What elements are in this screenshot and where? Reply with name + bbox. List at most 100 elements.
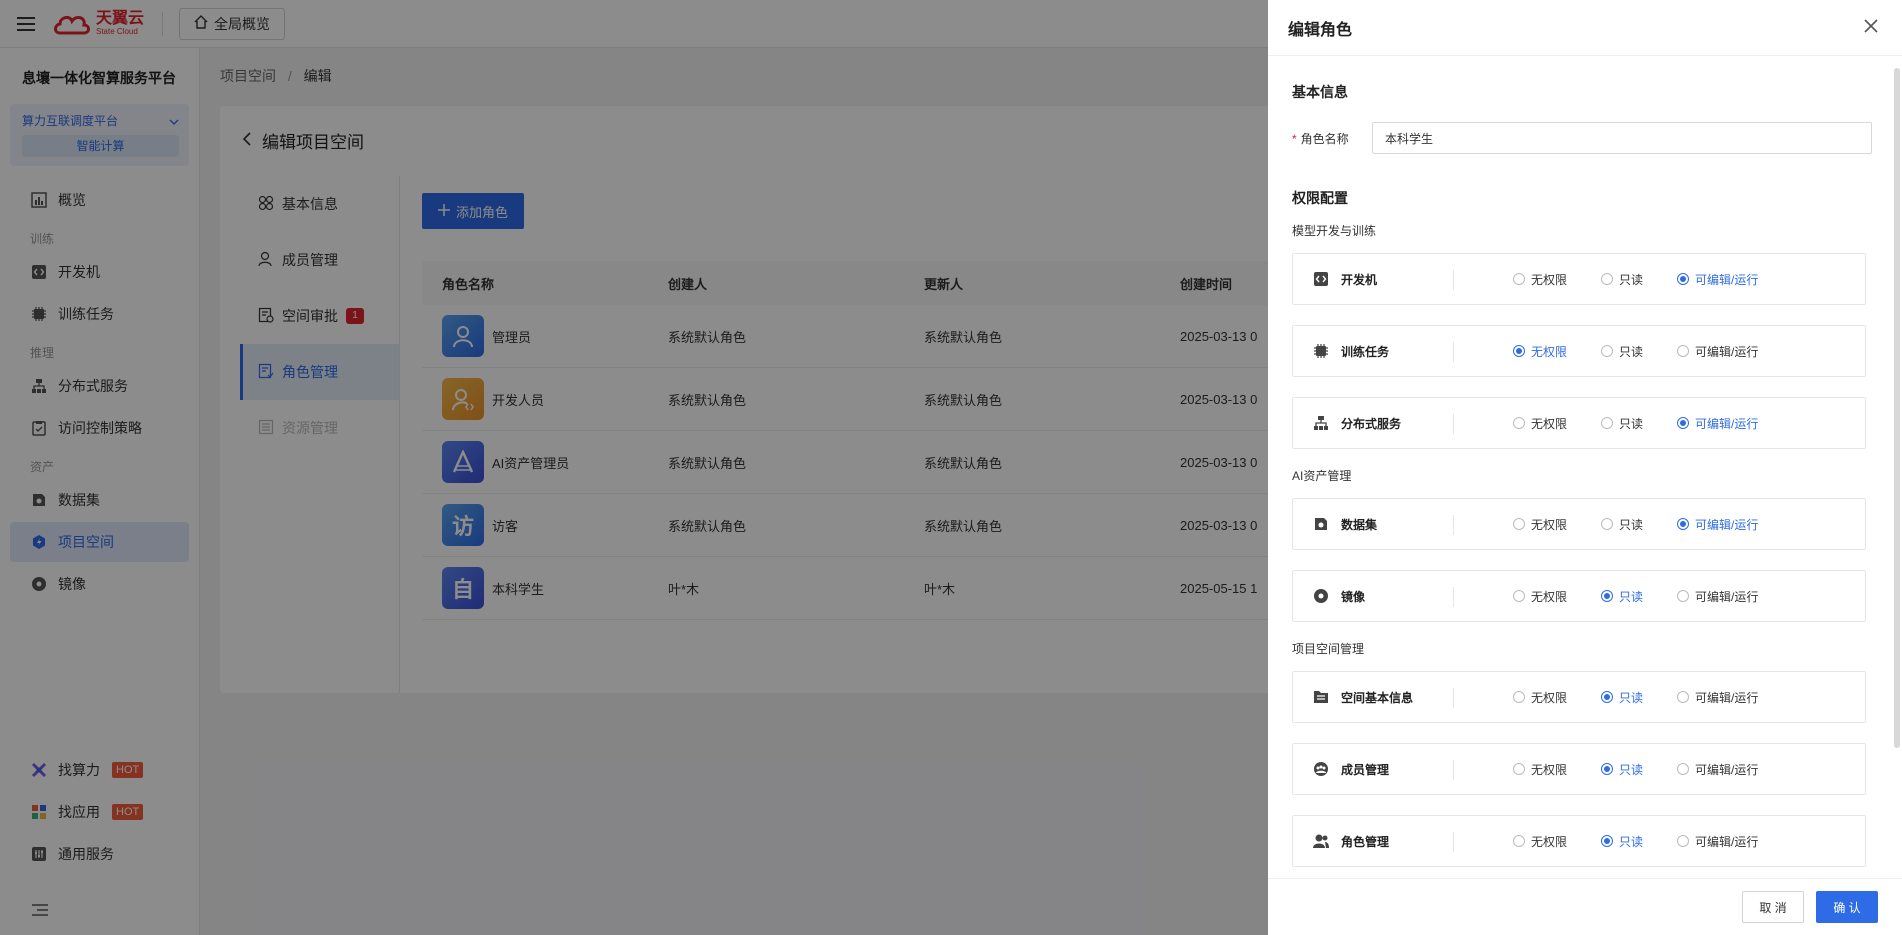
radio-edit-run[interactable]: 可编辑/运行 [1677,761,1758,778]
radio-label: 无权限 [1531,416,1568,431]
permission-name: 训练任务 [1341,344,1390,359]
radio-label: 可编辑/运行 [1695,834,1759,849]
radio-circle-icon [1513,345,1525,357]
radio-circle-icon [1677,835,1689,847]
drawer-title: 编辑角色 [1288,21,1353,39]
radio-no-permission[interactable]: 无权限 [1513,689,1577,706]
radio-label: 无权限 [1531,762,1568,777]
divider [1453,342,1454,362]
radio-circle-icon [1601,417,1613,429]
radio-no-permission[interactable]: 无权限 [1513,833,1577,850]
permission-radio-group: 无权限 只读 可编辑/运行 [1513,761,1782,778]
radio-circle-icon [1513,763,1525,775]
divider [1453,414,1454,434]
permission-radio-group: 无权限 只读 可编辑/运行 [1513,516,1782,533]
permission-radio-group: 无权限 只读 可编辑/运行 [1513,588,1782,605]
radio-circle-icon [1513,273,1525,285]
divider [1453,760,1454,780]
radio-label: 无权限 [1531,690,1568,705]
radio-circle-icon [1677,417,1689,429]
radio-circle-icon [1601,691,1613,703]
radio-circle-icon [1513,518,1525,530]
radio-label: 可编辑/运行 [1695,690,1759,705]
permission-card: 数据集 无权限 只读 可编辑/运行 [1292,498,1866,550]
radio-circle-icon [1513,835,1525,847]
radio-edit-run[interactable]: 可编辑/运行 [1677,588,1758,605]
permission-group-title: AI资产管理 [1292,469,1352,483]
folder-list-icon [1311,687,1331,707]
permission-radio-group: 无权限 只读 可编辑/运行 [1513,689,1782,706]
user-group-icon [1311,831,1331,851]
radio-label: 只读 [1619,589,1644,604]
role-name-input[interactable]: 本科学生 [1372,122,1872,154]
hierarchy-icon [1311,413,1331,433]
radio-circle-icon [1677,691,1689,703]
dataset-icon [1311,514,1331,534]
radio-circle-icon [1677,590,1689,602]
radio-read-only[interactable]: 只读 [1601,761,1653,778]
section-title: 权限配置 [1292,190,1348,206]
radio-label: 只读 [1619,834,1644,849]
permission-radio-group: 无权限 只读 可编辑/运行 [1513,415,1782,432]
radio-circle-icon [1513,417,1525,429]
permission-radio-group: 无权限 只读 可编辑/运行 [1513,833,1782,850]
chip-icon [1311,341,1331,361]
scrollbar[interactable] [1894,68,1900,748]
permission-name: 数据集 [1341,517,1378,532]
radio-edit-run[interactable]: 可编辑/运行 [1677,415,1758,432]
permission-card: 训练任务 无权限 只读 可编辑/运行 [1292,325,1866,377]
edit-role-drawer: 编辑角色 基本信息 * 角色名称 本科学生 权限配置 模型开发与训练 开发机 无权限只… [1268,0,1902,935]
permission-groups: 模型开发与训练 开发机 无权限 只读 可编辑/运行 训练任务 无权限 只读 可编辑/运行 分布式服… [1292,222,1878,867]
radio-label: 可编辑/运行 [1695,517,1759,532]
radio-read-only[interactable]: 只读 [1601,271,1653,288]
permission-name: 空间基本信息 [1341,690,1414,705]
drawer-footer: 取 消 确 认 [1268,878,1902,935]
divider [1453,515,1454,535]
radio-no-permission[interactable]: 无权限 [1513,761,1577,778]
permission-radio-group: 无权限 只读 可编辑/运行 [1513,343,1782,360]
permission-name: 成员管理 [1341,762,1390,777]
radio-label: 可编辑/运行 [1695,416,1759,431]
radio-label: 无权限 [1531,517,1568,532]
permission-card: 分布式服务 无权限 只读 可编辑/运行 [1292,397,1866,449]
close-icon[interactable] [1864,16,1878,39]
section-title: 基本信息 [1292,84,1348,100]
confirm-button[interactable]: 确 认 [1816,891,1878,923]
modal-overlay[interactable] [0,0,1268,935]
code-icon [1311,269,1331,289]
divider [1453,832,1454,852]
radio-read-only[interactable]: 只读 [1601,833,1653,850]
cancel-button[interactable]: 取 消 [1742,891,1804,923]
permission-card: 开发机 无权限 只读 可编辑/运行 [1292,253,1866,305]
role-name-field: * 角色名称 本科学生 [1292,122,1878,154]
radio-read-only[interactable]: 只读 [1601,588,1653,605]
radio-read-only[interactable]: 只读 [1601,516,1653,533]
permission-name: 镜像 [1341,589,1366,604]
divider [1453,270,1454,290]
radio-read-only[interactable]: 只读 [1601,343,1653,360]
radio-edit-run[interactable]: 可编辑/运行 [1677,833,1758,850]
permission-group-title: 模型开发与训练 [1292,224,1377,238]
radio-read-only[interactable]: 只读 [1601,689,1653,706]
radio-label: 可编辑/运行 [1695,589,1759,604]
radio-edit-run[interactable]: 可编辑/运行 [1677,689,1758,706]
permission-card: 角色管理 无权限 只读 可编辑/运行 [1292,815,1866,867]
radio-no-permission[interactable]: 无权限 [1513,588,1577,605]
radio-label: 只读 [1619,344,1644,359]
radio-label: 无权限 [1531,272,1568,287]
radio-no-permission[interactable]: 无权限 [1513,415,1577,432]
radio-read-only[interactable]: 只读 [1601,415,1653,432]
radio-edit-run[interactable]: 可编辑/运行 [1677,343,1758,360]
radio-circle-icon [1601,763,1613,775]
radio-label: 无权限 [1531,589,1568,604]
radio-no-permission[interactable]: 无权限 [1513,343,1577,360]
radio-circle-icon [1601,518,1613,530]
radio-no-permission[interactable]: 无权限 [1513,271,1577,288]
radio-label: 只读 [1619,690,1644,705]
radio-label: 无权限 [1531,344,1568,359]
radio-edit-run[interactable]: 可编辑/运行 [1677,271,1758,288]
radio-circle-icon [1601,835,1613,847]
radio-no-permission[interactable]: 无权限 [1513,516,1577,533]
radio-circle-icon [1513,590,1525,602]
radio-edit-run[interactable]: 可编辑/运行 [1677,516,1758,533]
